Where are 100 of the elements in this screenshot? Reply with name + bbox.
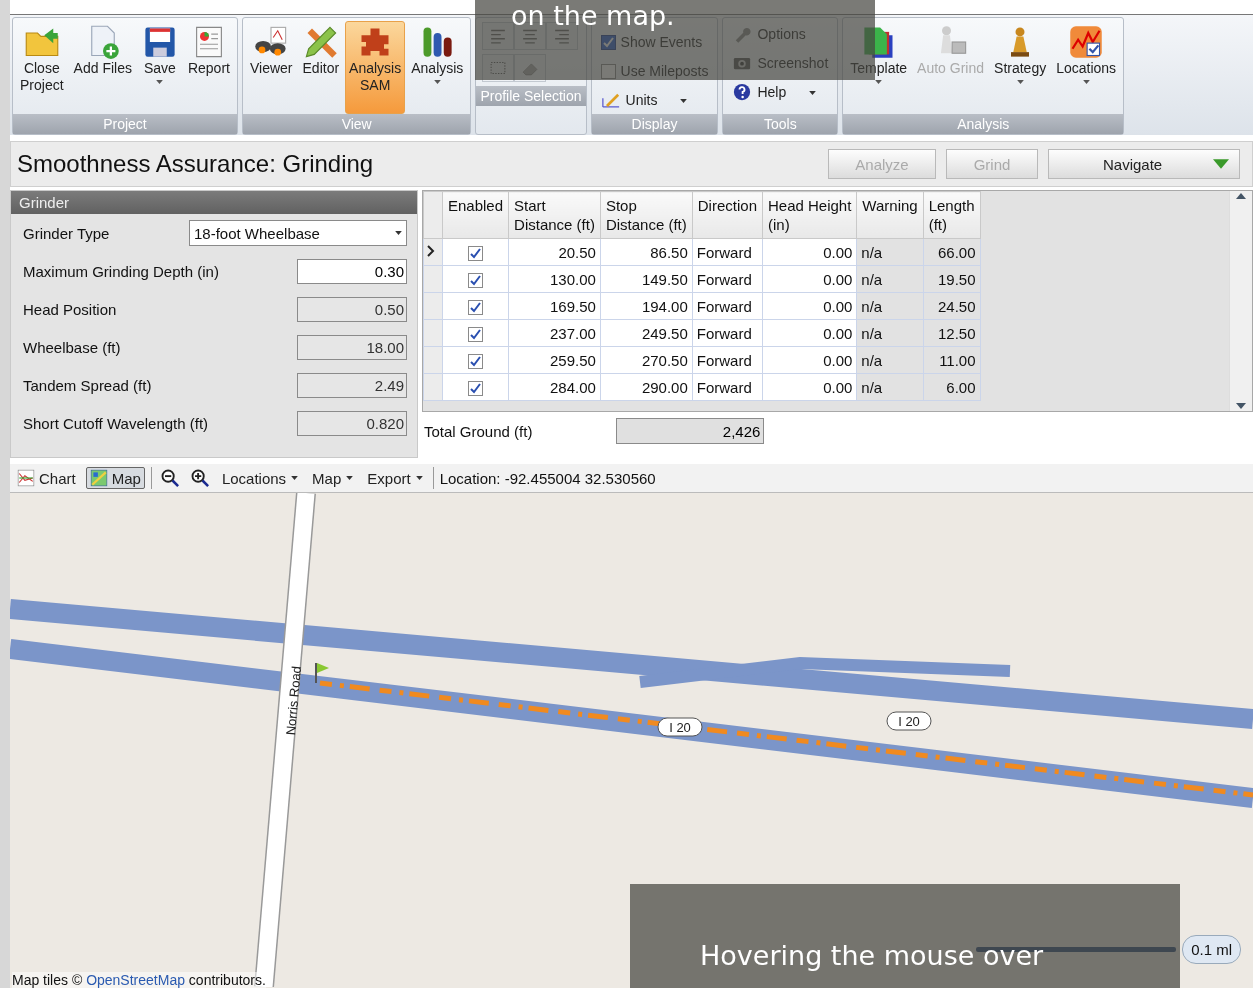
table-cell: 194.00 (600, 292, 693, 320)
caption-text: Hovering the mouse over (700, 940, 1044, 971)
scroll-down-icon (1236, 403, 1246, 409)
field-label: Maximum Grinding Depth (in) (23, 262, 219, 280)
checkbox[interactable] (468, 326, 484, 342)
group-label: Display (591, 114, 718, 134)
field-label: Head Position (23, 300, 117, 318)
caret-icon (1213, 159, 1229, 169)
group-label: Profile Selection (476, 86, 586, 106)
input-field[interactable]: 2.49 (297, 372, 407, 398)
pencil-icon (302, 24, 339, 60)
zoom-out-icon (159, 468, 180, 488)
checkbox[interactable] (468, 299, 484, 315)
checkbox[interactable] (468, 272, 484, 288)
caption-text: on the map. (511, 1, 675, 31)
toolbar-menu[interactable]: Map (308, 469, 358, 487)
caret-icon (291, 476, 299, 480)
openstreetmap-link[interactable]: OpenStreetMap (86, 972, 185, 988)
location-readout: Location: -92.455004 32.530560 (439, 469, 656, 487)
caret-icon (1082, 80, 1090, 84)
chart-icon (17, 469, 35, 487)
ribbon-button[interactable]: Strategy (990, 21, 1051, 114)
table-cell: Forward (692, 292, 763, 320)
table-cell: 0.00 (762, 265, 857, 293)
table-cell: 169.50 (508, 292, 601, 320)
column-header[interactable]: Head Height (in) (762, 191, 857, 239)
caret-icon (395, 231, 402, 235)
caret-icon (346, 476, 354, 480)
column-header[interactable]: Warning (856, 191, 924, 239)
table-cell: 130.00 (508, 265, 601, 293)
help-icon (732, 82, 753, 102)
locations-icon (1068, 24, 1105, 60)
checkbox[interactable] (468, 353, 484, 369)
toolbar-menu[interactable]: Locations (217, 469, 303, 487)
table-cell: 0.00 (762, 238, 857, 266)
row-pointer-icon (426, 245, 436, 257)
ribbon-button[interactable]: Locations (1052, 21, 1121, 114)
action-button[interactable]: Navigate (1048, 149, 1240, 179)
ribbon-button[interactable]: Analysis (407, 21, 468, 114)
caret-icon (875, 80, 883, 84)
table-cell: 20.50 (508, 238, 601, 266)
column-header[interactable]: Direction (692, 191, 763, 239)
ribbon-button[interactable]: Save (137, 21, 182, 114)
column-header[interactable]: Start Distance (ft) (508, 191, 601, 239)
table-cell: Forward (692, 319, 763, 347)
table-cell: 0.00 (762, 373, 857, 401)
field-label: Tandem Spread (ft) (23, 376, 152, 394)
table-cell: Forward (692, 373, 763, 401)
field-label: Grinder Type (23, 224, 110, 242)
group-label: Analysis (843, 114, 1124, 134)
field-label: Total Ground (ft) (424, 422, 533, 440)
ribbon-button[interactable]: Report (183, 21, 234, 114)
ribbon-button[interactable]: Viewer (245, 21, 297, 114)
map-icon (89, 469, 108, 487)
caret-icon (680, 98, 688, 103)
row-header[interactable] (423, 238, 443, 266)
attribution-text: Map tiles © OpenStreetMap contributors. (12, 972, 266, 988)
checkbox[interactable] (468, 245, 484, 261)
table-cell: 284.00 (508, 373, 601, 401)
input-field[interactable]: 2,426 (616, 418, 765, 444)
input-field[interactable]: 0.30 (297, 258, 407, 284)
scale-label: 0.1 ml (1182, 935, 1241, 964)
view-toggle[interactable]: Chart (13, 467, 80, 489)
dropdown-field[interactable]: 18-foot Wheelbase (189, 220, 407, 246)
zoom-in-icon (189, 468, 210, 488)
scrollbar[interactable] (1229, 191, 1252, 411)
ribbon-menu-button[interactable]: Units (598, 87, 711, 113)
page-title: Smoothness Assurance: Grinding (17, 150, 375, 178)
table-cell: Forward (692, 265, 763, 293)
input-field[interactable]: 0.820 (297, 410, 407, 436)
table-cell: 237.00 (508, 319, 601, 347)
caret-icon (433, 80, 441, 84)
column-header[interactable]: Enabled (442, 191, 509, 239)
ribbon-button[interactable]: Analysis SAM (345, 21, 406, 114)
flag-icon (315, 662, 329, 684)
table-cell: Forward (692, 238, 763, 266)
table-cell: 249.50 (600, 319, 693, 347)
ribbon-button[interactable]: Editor (298, 21, 344, 114)
caret-icon (809, 90, 817, 95)
table-cell: 86.50 (600, 238, 693, 266)
checkbox[interactable] (468, 380, 484, 396)
field-label: Wheelbase (ft) (23, 338, 121, 356)
panel-header: Grinder (11, 191, 417, 214)
table-cell: 270.50 (600, 346, 693, 374)
group-label: Tools (723, 114, 838, 134)
toolbar-menu[interactable]: Export (363, 469, 427, 487)
view-toggle[interactable]: Map (85, 467, 145, 489)
table-cell: Forward (692, 346, 763, 374)
ribbon-button[interactable]: Close Project (16, 21, 68, 114)
input-field[interactable]: 18.00 (297, 334, 407, 360)
scroll-up-icon[interactable] (1236, 193, 1246, 199)
table-cell: 149.50 (600, 265, 693, 293)
table-cell: 0.00 (762, 319, 857, 347)
column-header[interactable]: Length (ft) (923, 191, 981, 239)
table-cell: 259.50 (508, 346, 601, 374)
ribbon-button[interactable]: Add Files (69, 21, 136, 114)
input-field[interactable]: 0.50 (297, 296, 407, 322)
table-cell: 0.00 (762, 346, 857, 374)
column-header[interactable]: Stop Distance (ft) (600, 191, 693, 239)
field-label: Short Cutoff Wavelength (ft) (23, 414, 209, 432)
